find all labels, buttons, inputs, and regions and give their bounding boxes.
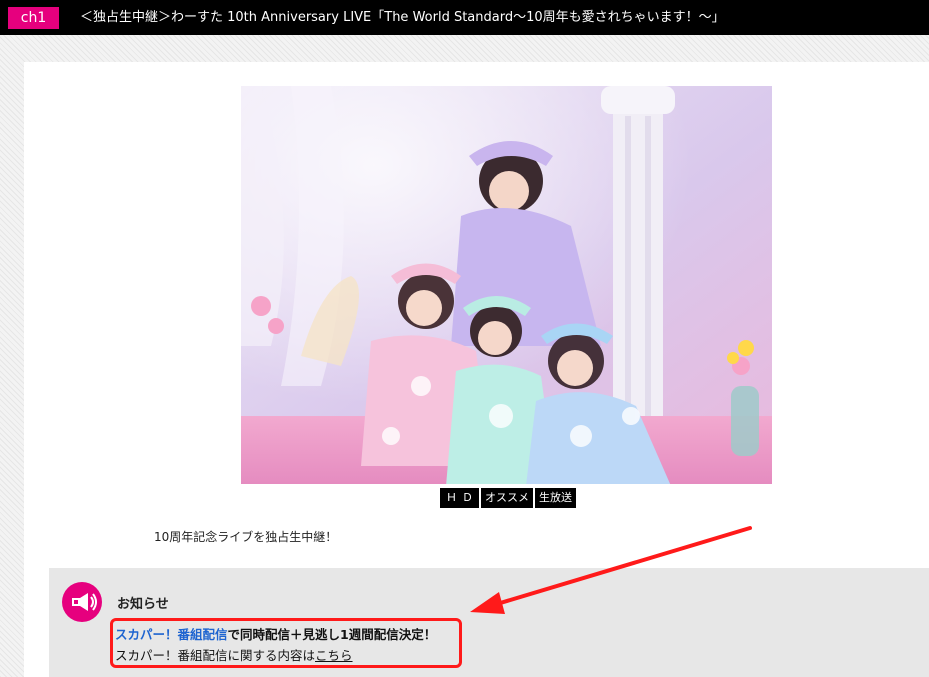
top-bar: ch1 ＜独占生中継＞わーすた 10th Anniversary LIVE「Th…: [0, 0, 929, 35]
program-key-visual: [241, 86, 772, 484]
annotation-highlight-box: [110, 618, 462, 668]
tag-hd: ＨＤ: [440, 488, 479, 508]
notice-heading: お知らせ: [117, 597, 169, 612]
megaphone-icon: [62, 582, 102, 622]
tag-recommended: オススメ: [481, 488, 533, 508]
content-panel: ＨＤ オススメ 生放送 10周年記念ライブを独占生中継！ お知らせ スカパー！番…: [24, 62, 929, 677]
tag-live: 生放送: [535, 488, 576, 508]
program-tags: ＨＤ オススメ 生放送: [440, 488, 576, 508]
program-title: ＜独占生中継＞わーすた 10th Anniversary LIVE「The Wo…: [80, 10, 725, 25]
program-lead-text: 10周年記念ライブを独占生中継！: [154, 530, 338, 544]
channel-badge: ch1: [8, 7, 59, 29]
